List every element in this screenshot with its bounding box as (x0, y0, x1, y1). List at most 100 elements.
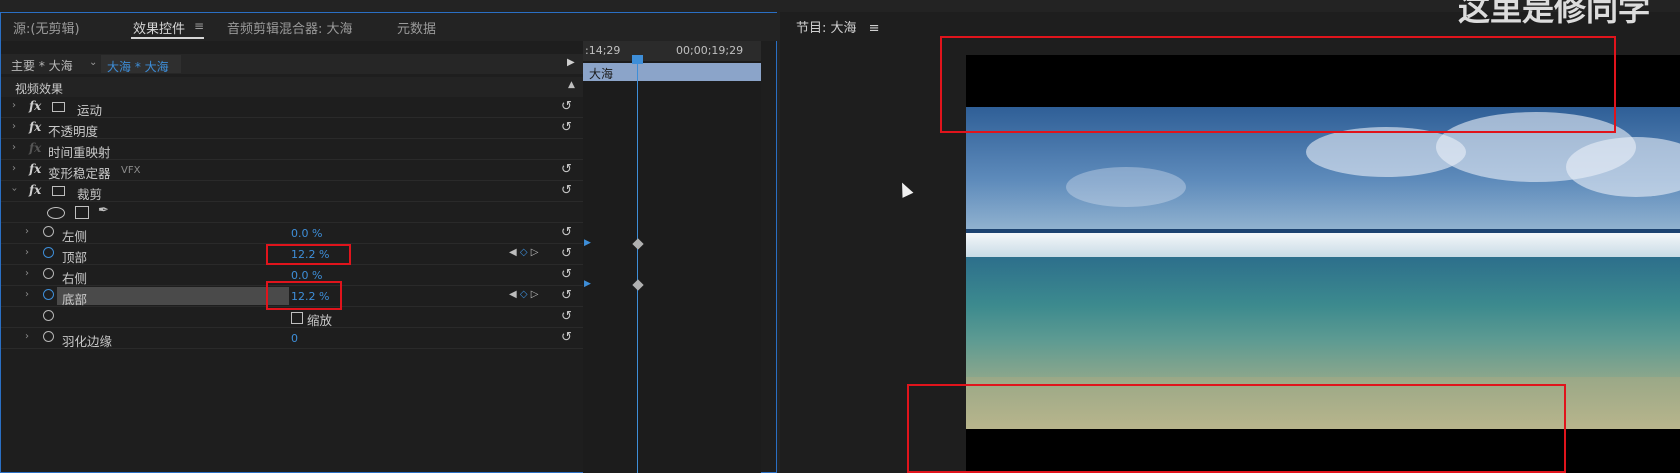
param-row-left[interactable]: › 左侧 0.0 % ↺ (1, 223, 584, 244)
video-sea (966, 257, 1680, 377)
selected-param-highlight (57, 287, 289, 305)
ellipse-mask-icon[interactable] (47, 207, 65, 219)
param-value[interactable]: 0.0 % (291, 227, 322, 240)
reset-icon[interactable]: ↺ (561, 267, 572, 282)
tab-audio-clip-mixer[interactable]: 音频剪辑混合器: 大海 (227, 18, 353, 37)
stopwatch-icon[interactable] (43, 268, 54, 279)
keyframe-navigator[interactable]: ◀ ◇ ▷ (509, 289, 538, 300)
highlight-box-top-value (266, 244, 351, 265)
tab-menu-icon[interactable]: ≡ (194, 19, 204, 33)
clip-selector-label: 大海 * 大海 (107, 60, 169, 74)
chevron-right-icon[interactable]: › (25, 268, 29, 279)
collapse-icon[interactable]: ▲ (568, 80, 575, 90)
effect-row-crop[interactable]: › fx 裁剪 ↺ (1, 181, 584, 202)
reset-icon[interactable]: ↺ (561, 309, 572, 324)
effect-row-opacity[interactable]: › fx 不透明度 ↺ (1, 118, 584, 139)
highlight-box-bottom-value (266, 281, 342, 310)
ruler-start-time: :14;29 (585, 44, 621, 57)
chevron-right-icon[interactable]: › (12, 142, 16, 153)
effect-row-time-remap[interactable]: › fx 时间重映射 (1, 139, 584, 160)
keyframe-diamond[interactable] (632, 238, 644, 250)
mask-tools-row: ✒ (1, 202, 584, 223)
effect-label: 时间重映射 (48, 145, 111, 160)
zoom-checkbox[interactable] (291, 312, 303, 324)
section-title: 视频效果 (15, 82, 64, 96)
keyframe-arrow-icon: ▶ (584, 238, 591, 248)
reset-icon[interactable]: ↺ (561, 330, 572, 345)
tab-metadata[interactable]: 元数据 (397, 18, 436, 37)
chevron-down-icon[interactable]: ⌄ (89, 57, 97, 68)
stopwatch-icon[interactable] (43, 226, 54, 237)
effect-label: 裁剪 (77, 187, 103, 202)
chevron-right-icon[interactable]: › (12, 163, 16, 174)
keyframe-arrow-icon: ▶ (584, 279, 591, 289)
chevron-right-icon[interactable]: › (12, 121, 16, 132)
reset-icon[interactable]: ↺ (561, 162, 572, 177)
watermark-text: 这里是修同学 (1458, 0, 1651, 28)
stopwatch-icon[interactable] (43, 289, 54, 300)
param-label: 左侧 (62, 229, 88, 244)
program-monitor-title-text[interactable]: 节目: 大海 (796, 21, 857, 36)
expand-timeline-icon[interactable]: ▶ (567, 57, 575, 68)
reset-icon[interactable]: ↺ (561, 246, 572, 261)
rectangle-mask-icon[interactable] (75, 206, 89, 219)
chevron-right-icon[interactable]: › (25, 247, 29, 258)
param-label: 顶部 (62, 250, 88, 265)
keyframe-diamond[interactable] (632, 279, 644, 291)
param-label: 底部 (62, 292, 88, 307)
clip-selector[interactable]: 大海 * 大海 (101, 55, 181, 74)
effect-label: 变形稳定器 (48, 166, 111, 181)
stopwatch-icon[interactable] (43, 310, 54, 321)
stopwatch-icon[interactable] (43, 247, 54, 258)
tab-source[interactable]: 源:(无剪辑) (13, 18, 80, 37)
program-monitor-title: 节目: 大海 ≡ (796, 17, 880, 36)
reset-icon[interactable]: ↺ (561, 225, 572, 240)
sequence-selector-row: 主要 * 大海 ⌄ 大海 * 大海 ▶ (1, 54, 584, 74)
reset-icon[interactable]: ↺ (561, 288, 572, 303)
keyframe-navigator[interactable]: ◀ ◇ ▷ (509, 247, 538, 258)
vfx-tag: VFX (121, 165, 141, 176)
fx-icon[interactable]: fx (29, 120, 41, 134)
timeline-ruler[interactable]: :14;29 00;00;19;29 (583, 41, 761, 61)
chevron-down-icon[interactable]: › (9, 188, 20, 192)
tab-effect-controls[interactable]: 效果控件 (133, 18, 185, 37)
chevron-right-icon[interactable]: › (12, 100, 16, 111)
fx-icon[interactable]: fx (29, 183, 41, 197)
param-label: 右侧 (62, 271, 88, 286)
clip-name: 大海 (589, 67, 614, 81)
stopwatch-icon[interactable] (43, 331, 54, 342)
active-tab-underline (131, 37, 204, 39)
playhead[interactable] (637, 57, 638, 473)
video-wave (966, 233, 1680, 257)
panel-menu-icon[interactable]: ≡ (869, 21, 880, 36)
reset-icon[interactable]: ↺ (561, 120, 572, 135)
param-row-feather[interactable]: › 羽化边缘 0 ↺ (1, 328, 584, 349)
ruler-end-time: 00;00;19;29 (676, 44, 744, 57)
param-label: 缩放 (307, 313, 333, 328)
panel-tab-bar: 源:(无剪辑) 效果控件 ≡ 音频剪辑混合器: 大海 元数据 (1, 13, 778, 41)
reset-icon[interactable]: ↺ (561, 99, 572, 114)
chevron-right-icon[interactable]: › (25, 289, 29, 300)
master-clip-label[interactable]: 主要 * 大海 (11, 57, 73, 74)
param-row-zoom[interactable]: 缩放 ↺ (1, 307, 584, 328)
video-effects-header: 视频效果 ▲ (1, 77, 584, 97)
effect-controls-timeline[interactable]: :14;29 00;00;19;29 大海 ▶ ▶ (583, 41, 761, 473)
effect-row-warp-stabilizer[interactable]: › fx 变形稳定器 VFX ↺ (1, 160, 584, 181)
effect-row-motion[interactable]: › fx 运动 ↺ (1, 97, 584, 118)
fx-icon: fx (29, 141, 42, 155)
clip-bar[interactable]: 大海 (583, 63, 761, 81)
reset-icon[interactable]: ↺ (561, 183, 572, 198)
param-label: 羽化边缘 (62, 334, 113, 349)
effect-label: 运动 (77, 103, 103, 118)
effect-label: 不透明度 (48, 124, 99, 139)
fx-icon[interactable]: fx (29, 99, 41, 113)
chevron-right-icon[interactable]: › (25, 331, 29, 342)
chevron-right-icon[interactable]: › (25, 226, 29, 237)
highlight-box-top-crop (940, 36, 1616, 133)
param-value[interactable]: 0 (291, 332, 298, 345)
pen-mask-icon[interactable]: ✒ (98, 203, 109, 218)
fx-icon[interactable]: fx (29, 162, 41, 176)
highlight-box-bottom-crop (907, 384, 1566, 473)
transform-icon[interactable] (52, 102, 65, 112)
transform-icon[interactable] (52, 186, 65, 196)
